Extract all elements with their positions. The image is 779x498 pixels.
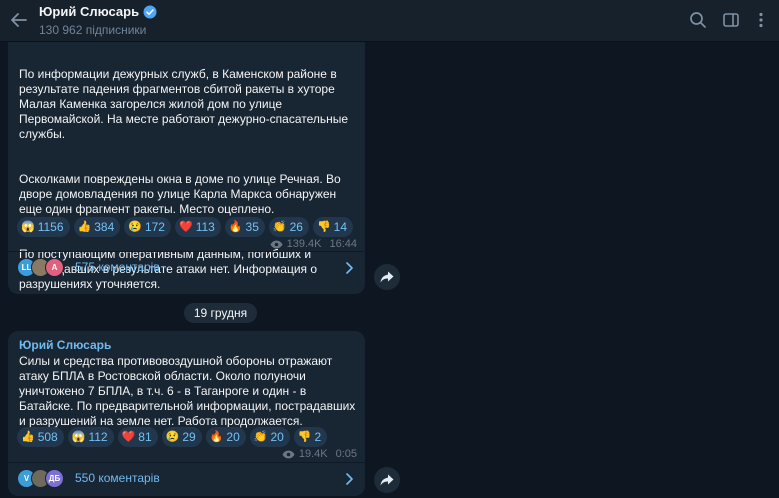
- reaction-count: 29: [182, 430, 196, 444]
- reaction-fire[interactable]: 🔥 35: [224, 217, 265, 237]
- reaction-count: 26: [289, 220, 303, 234]
- reaction-count: 113: [195, 220, 215, 234]
- reaction-count: 508: [37, 430, 58, 444]
- reaction-count: 1156: [37, 220, 64, 234]
- chevron-right-icon: [346, 473, 353, 485]
- reaction-thumbs-up[interactable]: 👍 384: [73, 217, 121, 237]
- reaction-count: 20: [226, 430, 240, 444]
- reaction-count: 35: [245, 220, 259, 234]
- thumbs-down-emoji-icon: 👎: [297, 430, 312, 443]
- reaction-count: 14: [333, 220, 348, 234]
- back-arrow-icon[interactable]: [9, 10, 29, 30]
- cry-emoji-icon: 😢: [128, 220, 142, 233]
- channel-name: Юрий Слюсарь: [39, 4, 140, 19]
- message-list: По информации дежурных служб, в Каменско…: [0, 42, 779, 498]
- eye-icon: [270, 240, 283, 248]
- more-vertical-icon[interactable]: [752, 11, 770, 29]
- view-count: 139.4K: [286, 238, 322, 250]
- reaction-count: 384: [94, 220, 115, 234]
- reaction-fire[interactable]: 🔥 20: [205, 427, 246, 447]
- cry-emoji-icon: 😢: [165, 430, 180, 443]
- chevron-right-icon: [346, 262, 353, 274]
- share-icon: [380, 271, 394, 283]
- chat-header: Юрий Слюсарь 130 962 підписники: [0, 0, 779, 42]
- reaction-count: 81: [138, 430, 152, 444]
- date-separator: 19 грудня: [184, 303, 257, 323]
- post-meta: 19.4K 0:05: [282, 448, 357, 460]
- reaction-heart[interactable]: ❤️ 81: [117, 427, 158, 447]
- comments-count: 550 коментарів: [75, 471, 160, 485]
- heart-emoji-icon: ❤️: [121, 430, 136, 443]
- avatar: ДБ: [45, 469, 64, 488]
- thumbs-down-emoji-icon: 👎: [316, 220, 331, 233]
- post-author[interactable]: Юрий Слюсарь: [19, 338, 111, 352]
- comments-link[interactable]: LL A 575 коментарів: [8, 251, 365, 283]
- fire-emoji-icon: 🔥: [228, 220, 243, 233]
- reaction-count: 2: [314, 430, 322, 444]
- reaction-scream[interactable]: 😱 112: [67, 427, 114, 447]
- reaction-thumbs-down[interactable]: 👎 14: [312, 217, 354, 237]
- comments-count: 575 коментарів: [75, 260, 160, 274]
- clap-emoji-icon: 👏: [272, 220, 287, 233]
- share-button[interactable]: [374, 467, 400, 493]
- commenter-avatars: LL A: [17, 258, 77, 278]
- comments-link[interactable]: V ДБ 550 коментарів: [8, 462, 365, 494]
- eye-icon: [282, 450, 295, 458]
- reaction-count: 20: [270, 430, 284, 444]
- search-icon[interactable]: [689, 11, 707, 29]
- reactions-bar: 😱 1156 👍 384 😢 172 ❤️ 113 🔥 35 👏 26 👎 14: [17, 217, 354, 237]
- view-count: 19.4K: [298, 448, 328, 460]
- post-paragraph: По информации дежурных служб, в Каменско…: [19, 67, 349, 141]
- reaction-clap[interactable]: 👏 26: [268, 217, 309, 237]
- post-time: 16:44: [329, 238, 357, 250]
- avatar: A: [45, 258, 64, 277]
- post-meta: 139.4K 16:44: [270, 238, 357, 250]
- reaction-cry[interactable]: 😢 29: [161, 427, 202, 447]
- reaction-count: 172: [144, 220, 165, 234]
- thumbs-up-emoji-icon: 👍: [21, 430, 35, 443]
- clap-emoji-icon: 👏: [253, 430, 268, 443]
- commenter-avatars: V ДБ: [17, 469, 77, 489]
- thumbs-up-emoji-icon: 👍: [77, 220, 92, 233]
- reaction-clap[interactable]: 👏 20: [249, 427, 290, 447]
- reactions-bar: 👍 508 😱 112 ❤️ 81 😢 29 🔥 20 👏 20 👎 2: [17, 427, 328, 447]
- reaction-scream[interactable]: 😱 1156: [17, 217, 70, 237]
- share-icon: [380, 474, 394, 486]
- scream-emoji-icon: 😱: [21, 220, 35, 233]
- fire-emoji-icon: 🔥: [209, 430, 224, 443]
- post-time: 0:05: [335, 448, 357, 460]
- reaction-count: 112: [88, 430, 108, 444]
- sidebar-toggle-icon[interactable]: [722, 11, 740, 29]
- reaction-cry[interactable]: 😢 172: [124, 217, 171, 237]
- reaction-heart[interactable]: ❤️ 113: [174, 217, 221, 237]
- verified-icon: [143, 5, 157, 18]
- channel-title[interactable]: Юрий Слюсарь: [39, 4, 157, 19]
- subscriber-count: 130 962 підписники: [39, 23, 147, 37]
- share-button[interactable]: [374, 264, 400, 290]
- heart-emoji-icon: ❤️: [178, 220, 193, 233]
- post-text: Силы и средства противовоздушной обороны…: [19, 354, 356, 428]
- channel-post: По информации дежурных служб, в Каменско…: [8, 42, 365, 294]
- post-paragraph: Осколками повреждены окна в доме по улиц…: [19, 172, 341, 216]
- scream-emoji-icon: 😱: [71, 430, 86, 443]
- reaction-thumbs-down[interactable]: 👎 2: [293, 427, 328, 447]
- reaction-thumbs-up[interactable]: 👍 508: [17, 427, 64, 447]
- channel-post: Юрий Слюсарь Силы и средства противовозд…: [8, 331, 365, 496]
